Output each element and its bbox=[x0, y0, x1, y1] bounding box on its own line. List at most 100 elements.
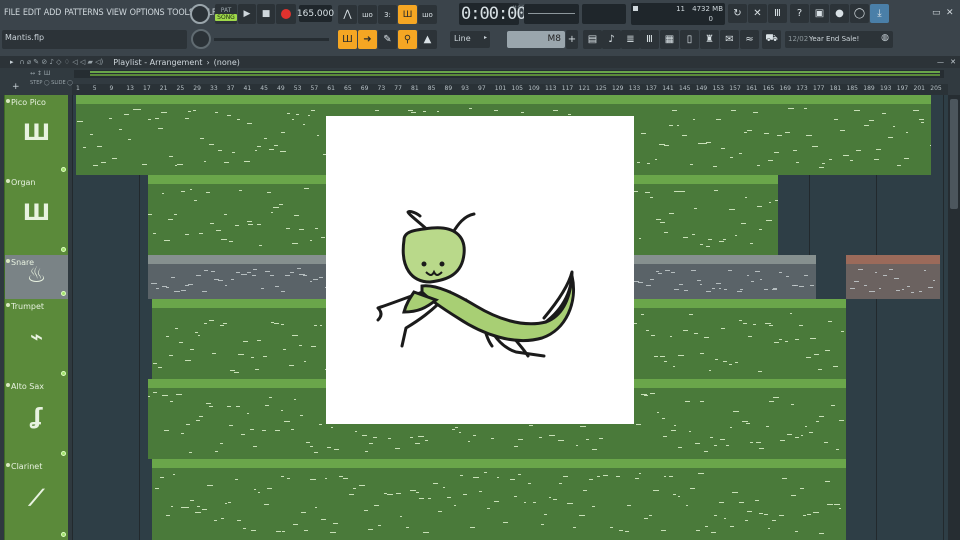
timeline-ruler[interactable]: 1 5 9 13 17 21 25 29 33 37 41 45 49 53 57 61 65 69 73 77 81 8… bbox=[72, 84, 948, 95]
note-mark bbox=[428, 498, 431, 500]
wait-input-icon[interactable]: шо bbox=[358, 5, 377, 24]
track-header[interactable]: Pico Pico Ш bbox=[4, 95, 68, 175]
add-pattern-icon[interactable]: + bbox=[566, 30, 578, 49]
vertical-scrollbar[interactable] bbox=[948, 95, 960, 540]
note-mark bbox=[703, 450, 708, 452]
mic-icon[interactable]: ● bbox=[830, 4, 849, 23]
playlist-minimize-icon[interactable]: — bbox=[937, 58, 944, 66]
save-icon[interactable]: ▣ bbox=[810, 4, 829, 23]
menu-options[interactable]: OPTIONS bbox=[130, 8, 165, 18]
pattern-clip[interactable]: ▤ Clarinet bbox=[152, 459, 846, 540]
track-header[interactable]: Organ Ш bbox=[4, 175, 68, 255]
track-enable-led[interactable] bbox=[61, 291, 66, 296]
piano-roll-icon[interactable]: ♪ bbox=[602, 30, 621, 49]
close-icon[interactable]: ✕ bbox=[946, 8, 954, 18]
mixer-icon[interactable]: Ⅲ bbox=[768, 4, 787, 23]
note-mark bbox=[282, 531, 285, 533]
channel-rack-icon[interactable]: ≣ bbox=[621, 30, 640, 49]
track-header[interactable]: Trumpet ⌁ bbox=[4, 299, 68, 379]
blend-notes-icon[interactable]: шо bbox=[418, 5, 437, 24]
note-mark bbox=[228, 425, 233, 427]
pattern-selector[interactable]: M8 bbox=[507, 31, 565, 48]
note-mark bbox=[558, 483, 563, 485]
playlist-close-icon[interactable]: ✕ bbox=[950, 58, 956, 66]
note-mark bbox=[273, 207, 279, 209]
track-enable-led[interactable] bbox=[61, 247, 66, 252]
download-icon[interactable]: ⤓ bbox=[870, 4, 889, 23]
note-mark bbox=[318, 277, 323, 279]
track-enable-led[interactable] bbox=[61, 451, 66, 456]
note-mark bbox=[701, 142, 707, 144]
step-edit-icon[interactable]: Ш bbox=[398, 5, 417, 24]
note-mark bbox=[549, 497, 552, 499]
stop-button[interactable]: ■ bbox=[257, 4, 275, 24]
play-button[interactable]: ▶ bbox=[238, 4, 256, 24]
track-header[interactable]: Alto Sax ʆ bbox=[4, 379, 68, 459]
note-mark bbox=[150, 283, 157, 285]
zoom-controls[interactable]: ↔ ↕ Ш bbox=[30, 70, 70, 78]
menu-view[interactable]: VIEW bbox=[106, 8, 126, 18]
snap-select[interactable]: Line ▸ bbox=[450, 31, 490, 48]
note-mark bbox=[763, 289, 769, 291]
note-mark bbox=[148, 395, 151, 397]
browser-icon[interactable]: ▦ bbox=[660, 30, 679, 49]
playlist-icon[interactable]: ▤ bbox=[583, 30, 602, 49]
pattern-song-knob[interactable] bbox=[190, 4, 210, 24]
track-header[interactable]: Clarinet ⟋ bbox=[4, 459, 68, 540]
pattern-clip[interactable]: ▤ Tempo #2 bbox=[846, 255, 940, 299]
tools-icon[interactable]: ✕ bbox=[748, 4, 767, 23]
note-mark bbox=[373, 437, 378, 439]
note-mark bbox=[627, 505, 632, 507]
note-mark bbox=[656, 412, 660, 414]
menu-edit[interactable]: EDIT bbox=[23, 8, 41, 18]
note-mark bbox=[226, 114, 232, 116]
note-mark bbox=[288, 364, 294, 366]
tempo-display[interactable]: 165.000 bbox=[297, 5, 334, 22]
note-mark bbox=[172, 474, 176, 476]
note-mark bbox=[794, 530, 798, 532]
wave-icon[interactable]: ≈ bbox=[740, 30, 759, 49]
menu-patterns[interactable]: PATTERNS bbox=[64, 8, 103, 18]
track-enable-led[interactable] bbox=[61, 532, 66, 537]
track-header[interactable]: Snare ♨ bbox=[4, 255, 68, 299]
edison-icon[interactable]: ✉ bbox=[720, 30, 739, 49]
track-enable-led[interactable] bbox=[61, 167, 66, 172]
refresh-icon[interactable]: ↻ bbox=[728, 4, 747, 23]
track-enable-led[interactable] bbox=[61, 371, 66, 376]
note-mark bbox=[715, 283, 722, 285]
track-lane[interactable]: ▤ Clarinet bbox=[72, 459, 948, 540]
playlist-tool-icon[interactable]: Ш bbox=[338, 30, 357, 49]
note-mark bbox=[283, 421, 290, 423]
menu-file[interactable]: FILE bbox=[4, 8, 20, 18]
master-volume-knob[interactable] bbox=[191, 29, 211, 49]
metronome-icon[interactable]: ⋀ bbox=[338, 5, 357, 24]
stamp-tool-icon[interactable]: ▲ bbox=[418, 30, 437, 49]
note-mark bbox=[810, 337, 816, 339]
add-track-icon[interactable]: + bbox=[12, 82, 20, 92]
help-icon[interactable]: ? bbox=[790, 4, 809, 23]
plugin-icon[interactable]: ▯ bbox=[680, 30, 699, 49]
record-button[interactable] bbox=[276, 4, 296, 24]
master-pitch-slider[interactable] bbox=[214, 38, 329, 41]
note-mark bbox=[331, 427, 334, 429]
note-mark bbox=[903, 158, 909, 160]
countdown-icon[interactable]: 3: bbox=[378, 5, 397, 24]
menu-add[interactable]: ADD bbox=[44, 8, 62, 18]
draw-tool-icon[interactable]: ✎ bbox=[378, 30, 397, 49]
song-mode-toggle[interactable]: PAT SONG bbox=[215, 4, 237, 24]
news-panel[interactable]: 12/02 Year End Sale! ◍ bbox=[785, 31, 893, 48]
playlist-menu-arrow-icon[interactable]: ▸ bbox=[10, 58, 14, 66]
mixer-window-icon[interactable]: Ⅲ bbox=[640, 30, 659, 49]
note-mark bbox=[679, 190, 685, 192]
cart-icon[interactable]: ⛟ bbox=[762, 30, 781, 49]
tuner-icon[interactable]: ♜ bbox=[700, 30, 719, 49]
arrow-tool-icon[interactable]: ➜ bbox=[358, 30, 377, 49]
link-tool-icon[interactable]: ⚲ bbox=[398, 30, 417, 49]
note-mark bbox=[921, 121, 924, 123]
note-mark bbox=[184, 506, 189, 508]
overview-bar[interactable] bbox=[74, 70, 944, 78]
time-display[interactable]: 0:00:00 M:S:CS bbox=[459, 3, 527, 25]
note-mark bbox=[778, 272, 783, 274]
chat-icon[interactable]: ◯ bbox=[850, 4, 869, 23]
minimize-icon[interactable]: ▭ bbox=[932, 8, 941, 18]
